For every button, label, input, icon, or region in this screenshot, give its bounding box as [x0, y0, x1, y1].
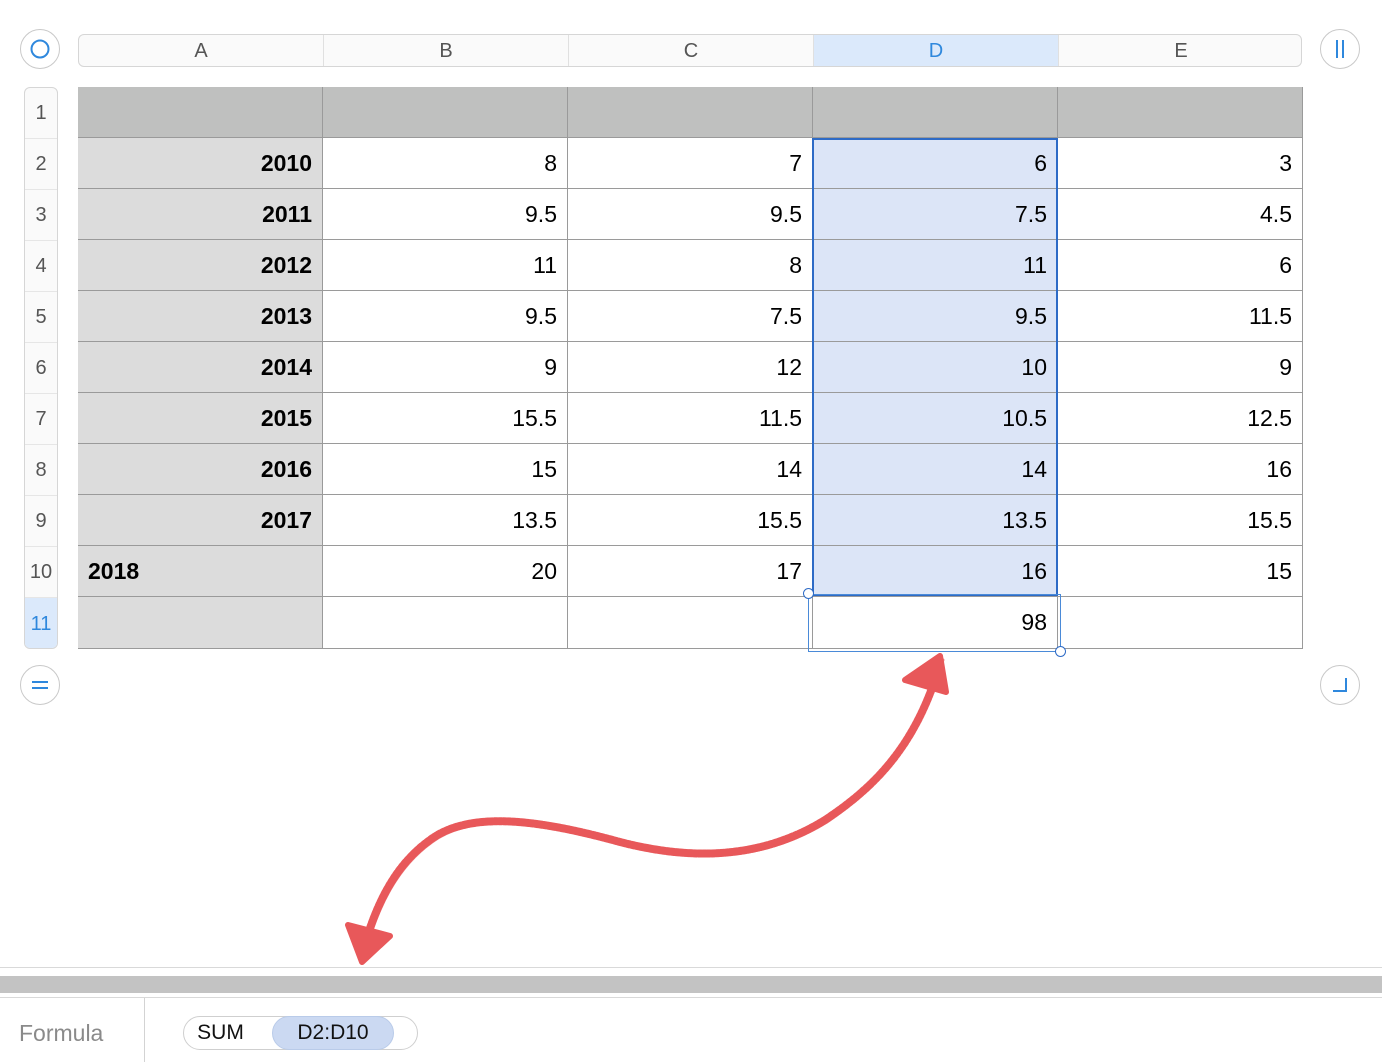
formula-label: Formula [19, 1020, 104, 1046]
formula-bar: Formula SUM D2:D10 [0, 998, 1382, 1062]
pane-splitter[interactable] [0, 976, 1382, 993]
pane-divider [0, 967, 1382, 968]
annotation-arrow [345, 653, 949, 965]
formula-divider [144, 998, 145, 1062]
formula-range-token[interactable]: D2:D10 [272, 1016, 394, 1050]
